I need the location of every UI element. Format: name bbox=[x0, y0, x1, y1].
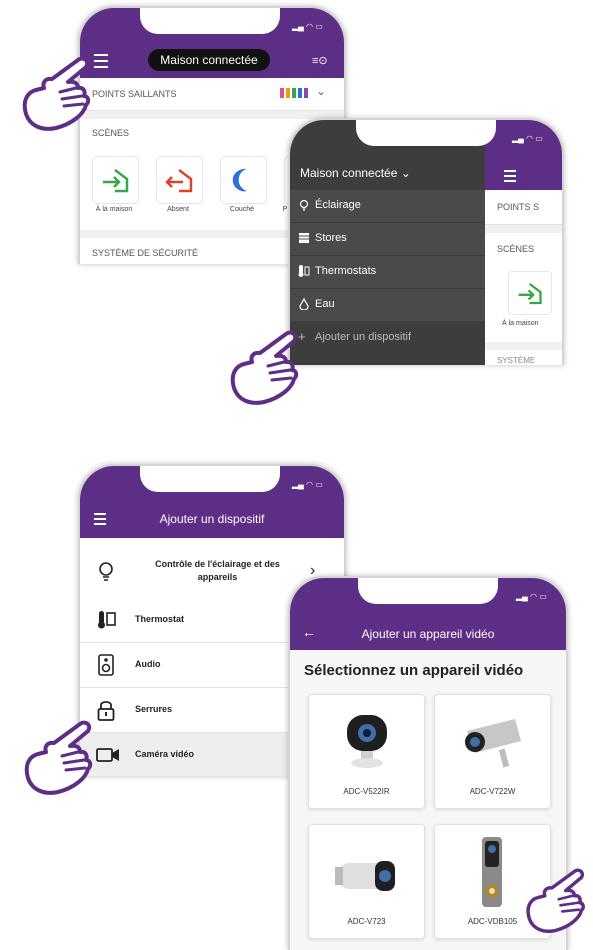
peek-highlights-row[interactable]: POINTS S bbox=[485, 190, 562, 225]
app-title: Maison connectée bbox=[160, 53, 258, 67]
away-arrow-icon bbox=[165, 169, 193, 193]
title-pill[interactable]: Maison connectée bbox=[148, 49, 270, 71]
tap-hand-icon bbox=[22, 56, 91, 131]
chevron-down-icon: ⌄ bbox=[400, 166, 411, 180]
scene-home-button[interactable] bbox=[508, 271, 552, 315]
header-bar bbox=[485, 120, 562, 190]
device-type-label-locks: Serrures bbox=[135, 704, 173, 714]
menu-item-add-device[interactable]: + Ajouter un dispositif bbox=[290, 322, 485, 354]
scenes-label: SCÈNES bbox=[92, 128, 130, 138]
scene-sleep-button[interactable] bbox=[220, 156, 267, 204]
device-type-label-video-camera: Caméra vidéo bbox=[135, 749, 195, 759]
scene-away-button[interactable] bbox=[156, 156, 203, 204]
scene-label-away: Absent bbox=[167, 206, 189, 213]
phone-notch bbox=[140, 8, 280, 34]
highlights-row[interactable]: POINTS SAILLANTS ⌄ bbox=[80, 78, 344, 111]
peek-security-label: SYSTÈME bbox=[497, 356, 536, 365]
thermostat-icon bbox=[298, 265, 310, 277]
indoor-camera-icon bbox=[347, 715, 387, 768]
checklist-icon[interactable]: ≡⊙ bbox=[312, 54, 328, 67]
dropdown-title-text: Maison connectée bbox=[300, 166, 398, 180]
scene-label-home: À la maison bbox=[95, 206, 133, 213]
bullet-camera-icon bbox=[465, 719, 521, 768]
device-type-label-lighting: Contrôle de l'éclairage et des appareils bbox=[155, 559, 280, 582]
status-icons: ▂▄ ◠ ▭ bbox=[292, 22, 323, 31]
screen-title: Ajouter un appareil vidéo bbox=[361, 627, 495, 641]
peek-scenes-label: SCÈNES bbox=[497, 244, 535, 254]
doorbell-camera-icon bbox=[482, 837, 502, 907]
section-heading: Sélectionnez un appareil vidéo bbox=[304, 662, 524, 679]
menu-item-lighting[interactable]: Éclairage bbox=[290, 190, 485, 222]
status-icons: ▂▄ ◠ ▭ bbox=[512, 134, 543, 143]
divider-band bbox=[485, 342, 562, 350]
security-label: SYSTÈME DE SÉCURITÉ bbox=[92, 248, 199, 258]
menu-label-water: Eau bbox=[315, 298, 335, 310]
lock-icon bbox=[97, 699, 115, 726]
menu-label-shades: Stores bbox=[315, 232, 347, 244]
device-card-v723[interactable]: ADC-V723 bbox=[308, 824, 425, 939]
color-bars-icon bbox=[280, 88, 308, 98]
phone-notch bbox=[140, 466, 280, 492]
peek-highlights-label: POINTS S bbox=[497, 202, 540, 212]
device-card-v722w[interactable]: ADC-V722W bbox=[434, 694, 551, 809]
highlights-label: POINTS SAILLANTS bbox=[92, 89, 177, 99]
menu-item-shades[interactable]: Stores bbox=[290, 223, 485, 255]
device-label-v723: ADC-V723 bbox=[347, 917, 386, 926]
device-label-v522ir: ADC-V522IR bbox=[343, 787, 390, 796]
water-drop-icon bbox=[298, 297, 310, 311]
device-label-v722w: ADC-V722W bbox=[469, 787, 516, 796]
device-type-label-thermostat: Thermostat bbox=[135, 614, 185, 624]
scene-home-button[interactable] bbox=[92, 156, 139, 204]
home-arrow-icon bbox=[103, 169, 129, 193]
device-type-label-audio: Audio bbox=[135, 659, 161, 669]
menu-item-thermostats[interactable]: Thermostats bbox=[290, 256, 485, 288]
peek-scene-label: À la maison bbox=[502, 320, 539, 327]
lightbulb-icon bbox=[298, 199, 310, 211]
outdoor-camera-icon bbox=[335, 861, 395, 891]
video-camera-icon bbox=[96, 747, 120, 768]
chevron-down-icon[interactable]: ⌄ bbox=[316, 84, 326, 98]
screen-title: Ajouter un dispositif bbox=[159, 512, 265, 526]
tap-hand-icon bbox=[24, 720, 93, 795]
tap-hand-icon bbox=[230, 330, 299, 405]
status-icons: ▂▄ ◠ ▭ bbox=[292, 480, 323, 489]
menu-label-lighting: Éclairage bbox=[315, 199, 361, 211]
menu-label-thermostats: Thermostats bbox=[315, 265, 377, 277]
device-card-v522ir[interactable]: ADC-V522IR bbox=[308, 694, 425, 809]
menu-item-water[interactable]: Eau bbox=[290, 289, 485, 321]
phone-notch bbox=[358, 578, 498, 604]
menu-label-add-device: Ajouter un dispositif bbox=[315, 331, 411, 343]
phone-dropdown-screen: ▂▄ ◠ ▭ Maison connectée ⌄ Éclairage Stor… bbox=[288, 118, 564, 365]
phone-notch bbox=[356, 120, 496, 146]
menu-icon[interactable] bbox=[504, 170, 516, 182]
divider-band bbox=[485, 225, 562, 233]
tap-hand-icon bbox=[526, 868, 585, 934]
thermostat-icon bbox=[97, 610, 117, 635]
lightbulb-icon bbox=[98, 562, 114, 587]
moon-icon bbox=[232, 168, 247, 192]
dropdown-title[interactable]: Maison connectée ⌄ bbox=[300, 166, 411, 180]
divider-band bbox=[80, 111, 344, 119]
status-icons: ▂▄ ◠ ▭ bbox=[516, 592, 547, 601]
home-arrow-icon bbox=[518, 282, 542, 305]
menu-icon[interactable] bbox=[94, 54, 108, 68]
speaker-icon bbox=[98, 654, 114, 681]
shades-icon bbox=[298, 232, 310, 244]
